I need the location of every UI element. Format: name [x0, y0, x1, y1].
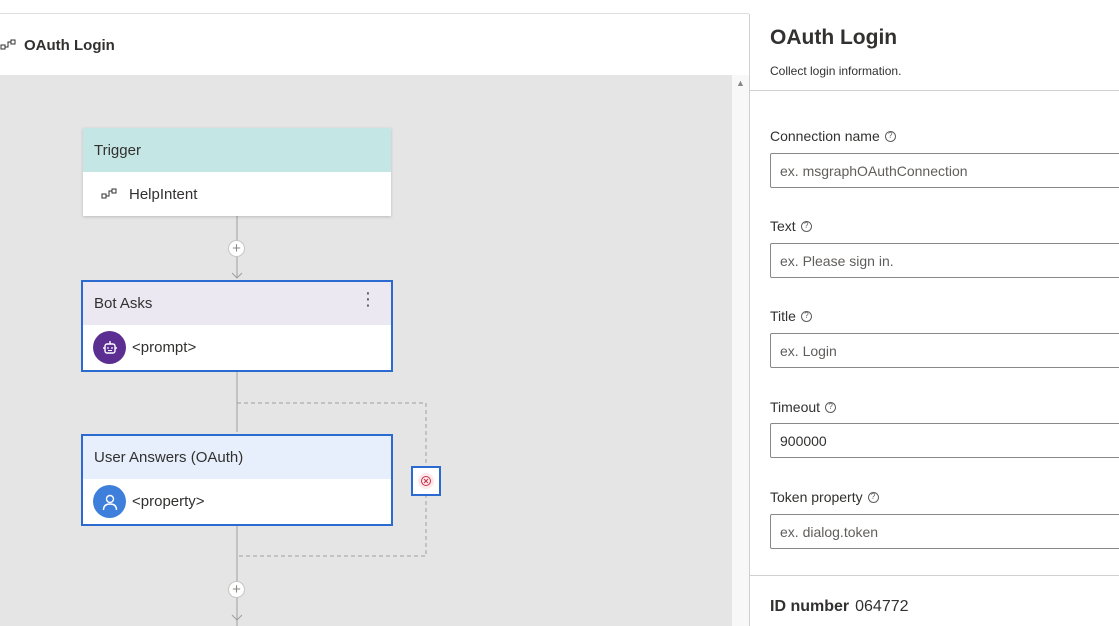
- timeout-input[interactable]: [770, 423, 1119, 458]
- dialog-header: OAuth Login: [0, 14, 749, 75]
- token-property-label-text: Token property: [770, 489, 863, 505]
- user-icon: [93, 485, 126, 518]
- add-action-button[interactable]: +: [228, 240, 245, 257]
- timeout-label-text: Timeout: [770, 399, 821, 415]
- properties-panel: OAuth Login Collect login information. C…: [750, 14, 1119, 626]
- cancel-icon: [418, 473, 434, 489]
- top-toolbar-strip: [0, 0, 749, 14]
- connection-name-input[interactable]: [770, 153, 1119, 188]
- panel-title[interactable]: OAuth Login: [770, 26, 897, 50]
- connection-name-label: Connection name ?: [770, 128, 896, 144]
- title-label: Title ?: [770, 308, 812, 324]
- scroll-up-icon[interactable]: ▲: [736, 79, 745, 88]
- id-number-value: 064772: [855, 598, 909, 615]
- trigger-node[interactable]: Trigger HelpIntent: [83, 128, 391, 216]
- bot-icon: [93, 331, 126, 364]
- trigger-header: Trigger: [83, 128, 391, 172]
- title-label-text: Title: [770, 308, 796, 324]
- text-input[interactable]: [770, 243, 1119, 278]
- text-label-text: Text: [770, 218, 796, 234]
- id-number-row: ID number 064772: [770, 598, 909, 616]
- panel-description: Collect login information.: [770, 64, 902, 78]
- bot-asks-header: Bot Asks ⋮: [83, 282, 391, 325]
- bot-asks-node[interactable]: Bot Asks ⋮ <prompt>: [81, 280, 393, 372]
- dialog-title[interactable]: OAuth Login: [24, 37, 115, 54]
- canvas-scrollbar[interactable]: ▲: [732, 75, 749, 626]
- panel-separator: [750, 575, 1119, 576]
- text-label: Text ?: [770, 218, 812, 234]
- bot-asks-title: Bot Asks: [94, 295, 153, 312]
- panel-separator: [750, 90, 1119, 91]
- id-number-label: ID number: [770, 598, 850, 615]
- bot-asks-prompt: <prompt>: [132, 339, 197, 356]
- user-answers-header: User Answers (OAuth): [83, 436, 391, 479]
- help-icon[interactable]: ?: [884, 130, 896, 142]
- token-property-input[interactable]: [770, 514, 1119, 549]
- user-answers-node[interactable]: User Answers (OAuth) <property>: [81, 434, 393, 526]
- more-options-icon[interactable]: ⋮: [359, 290, 377, 308]
- help-icon[interactable]: ?: [800, 310, 812, 322]
- connection-name-label-text: Connection name: [770, 128, 880, 144]
- help-icon[interactable]: ?: [825, 401, 837, 413]
- timeout-label: Timeout ?: [770, 399, 837, 415]
- trigger-body: HelpIntent: [83, 172, 391, 216]
- dialog-flow-icon: [0, 39, 16, 50]
- token-property-label: Token property ?: [770, 489, 879, 505]
- toolbar-fragment-icon: [104, 0, 132, 2]
- user-answers-property: <property>: [132, 493, 205, 510]
- user-answers-body: <property>: [83, 479, 391, 524]
- trigger-intent-name: HelpIntent: [129, 185, 198, 203]
- title-input[interactable]: [770, 333, 1119, 368]
- add-action-button[interactable]: +: [228, 581, 245, 598]
- intent-icon: [101, 188, 117, 199]
- help-icon[interactable]: ?: [867, 491, 879, 503]
- help-icon[interactable]: ?: [800, 220, 812, 232]
- flow-canvas[interactable]: Trigger HelpIntent + Bot Asks ⋮ <prompt>…: [0, 75, 732, 626]
- cancel-branch-node[interactable]: [411, 466, 441, 496]
- bot-asks-body: <prompt>: [83, 325, 391, 370]
